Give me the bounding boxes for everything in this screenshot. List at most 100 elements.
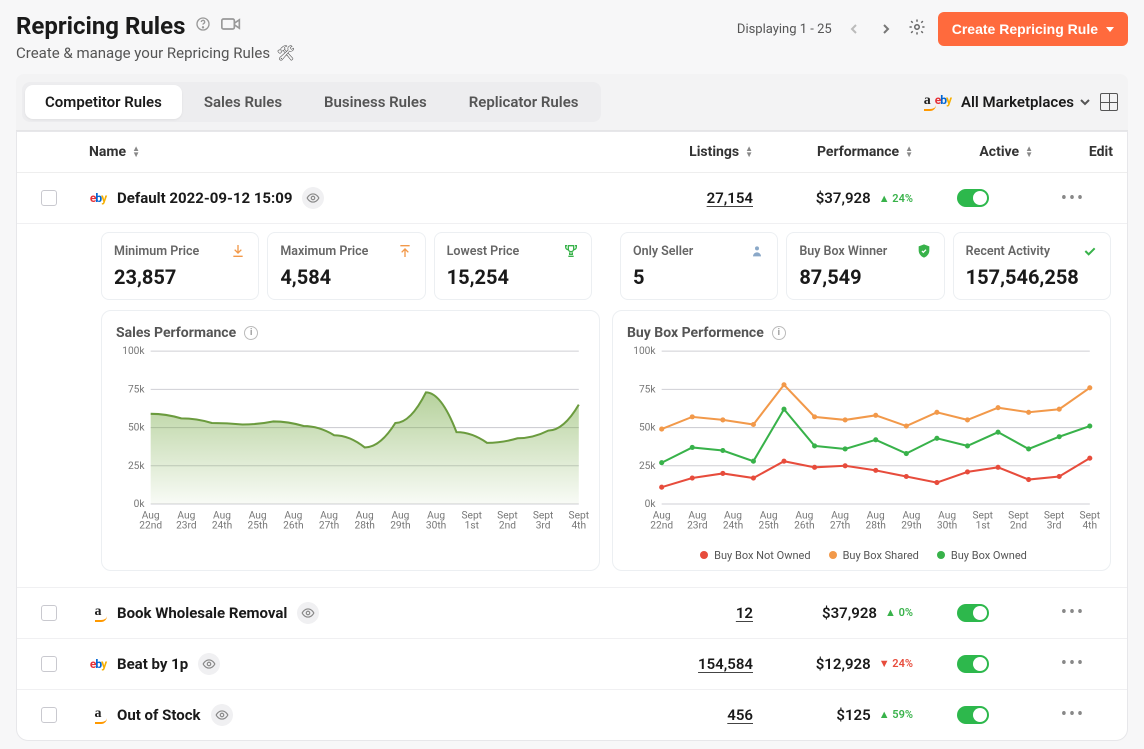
- listings-value[interactable]: 456: [613, 706, 753, 724]
- col-active[interactable]: Active▲▼: [913, 144, 1033, 160]
- delta-badge: ▼ 24%: [879, 657, 913, 670]
- stat-card: Lowest Price 15,254: [434, 232, 592, 300]
- svg-text:0k: 0k: [134, 499, 146, 510]
- svg-text:29th: 29th: [390, 520, 410, 531]
- sort-icon: ▲▼: [132, 146, 140, 158]
- svg-text:75k: 75k: [639, 384, 656, 395]
- amazon-icon: a: [95, 604, 102, 622]
- stat-value: 4,584: [280, 265, 412, 289]
- stat-card: Maximum Price 4,584: [267, 232, 425, 300]
- svg-text:27th: 27th: [319, 520, 339, 531]
- svg-text:2nd: 2nd: [1010, 520, 1027, 531]
- rule-name[interactable]: Out of Stock: [117, 706, 201, 724]
- info-icon[interactable]: i: [244, 326, 258, 340]
- amazon-icon: a: [95, 706, 102, 724]
- table-row: eby Beat by 1p 154,584 $12,928 ▼ 24% •••: [17, 639, 1127, 690]
- info-icon[interactable]: i: [772, 326, 786, 340]
- page-next-icon[interactable]: [876, 19, 896, 39]
- chart-legend: Buy Box Not Owned Buy Box Shared Buy Box…: [627, 549, 1100, 562]
- svg-text:29th: 29th: [901, 520, 921, 531]
- rule-name[interactable]: Beat by 1p: [117, 655, 188, 673]
- svg-text:25k: 25k: [639, 461, 656, 472]
- marketplace-icons: a eby: [924, 93, 951, 111]
- svg-text:27th: 27th: [830, 520, 850, 531]
- tab-business-rules[interactable]: Business Rules: [304, 85, 447, 119]
- eye-icon[interactable]: [211, 704, 233, 726]
- svg-text:4th: 4th: [571, 520, 586, 531]
- svg-text:0k: 0k: [645, 499, 657, 510]
- svg-text:4th: 4th: [1082, 520, 1097, 531]
- eye-icon[interactable]: [198, 653, 220, 675]
- help-icon[interactable]: [195, 16, 211, 36]
- svg-text:23rd: 23rd: [176, 520, 197, 531]
- grid-view-icon[interactable]: [1100, 93, 1118, 111]
- svg-text:50k: 50k: [128, 423, 145, 434]
- buybox-chart: Buy Box Performencei 0k25k50k75k100kAug2…: [612, 310, 1111, 571]
- row-actions-icon[interactable]: •••: [1033, 188, 1113, 209]
- tab-sales-rules[interactable]: Sales Rules: [184, 85, 302, 119]
- row-checkbox[interactable]: [41, 656, 57, 672]
- col-performance[interactable]: Performance▲▼: [753, 144, 913, 160]
- svg-text:100k: 100k: [122, 346, 145, 357]
- shield-icon: [916, 243, 932, 259]
- page-header: Repricing Rules Create & manage your Rep…: [16, 8, 1128, 74]
- row-checkbox[interactable]: [41, 190, 57, 206]
- row-actions-icon[interactable]: •••: [1033, 704, 1113, 725]
- sort-icon: ▲▼: [745, 146, 753, 158]
- listings-value[interactable]: 154,584: [613, 655, 753, 673]
- tabs-bar: Competitor RulesSales RulesBusiness Rule…: [16, 74, 1128, 131]
- rule-name[interactable]: Book Wholesale Removal: [117, 604, 287, 622]
- stat-value: 87,549: [799, 265, 931, 289]
- svg-text:25k: 25k: [128, 461, 145, 472]
- performance-value: $12,928: [816, 655, 871, 673]
- eye-icon[interactable]: [302, 187, 324, 209]
- stat-label: Lowest Price: [447, 244, 520, 259]
- svg-text:30th: 30th: [426, 520, 446, 531]
- listings-value[interactable]: 27,154: [613, 189, 753, 207]
- table-row: a Out of Stock 456 $125 ▲ 59% •••: [17, 690, 1127, 740]
- delta-badge: ▲ 0%: [885, 606, 913, 619]
- caret-down-icon: [1106, 27, 1114, 32]
- ebay-icon: eby: [90, 657, 106, 671]
- active-toggle[interactable]: [957, 189, 989, 207]
- svg-text:3rd: 3rd: [1047, 520, 1062, 531]
- tab-replicator-rules[interactable]: Replicator Rules: [449, 85, 599, 119]
- row-actions-icon[interactable]: •••: [1033, 602, 1113, 623]
- page-prev-icon[interactable]: [844, 19, 864, 39]
- svg-text:26th: 26th: [794, 520, 814, 531]
- tab-competitor-rules[interactable]: Competitor Rules: [25, 85, 182, 119]
- marketplaces-dropdown[interactable]: All Marketplaces: [961, 93, 1090, 111]
- stat-card: Buy Box Winner 87,549: [786, 232, 944, 300]
- stat-label: Minimum Price: [114, 244, 199, 259]
- row-checkbox[interactable]: [41, 707, 57, 723]
- active-toggle[interactable]: [957, 706, 989, 724]
- svg-text:24th: 24th: [723, 520, 743, 531]
- eye-icon[interactable]: [297, 602, 319, 624]
- sort-icon: ▲▼: [905, 146, 913, 158]
- listings-value[interactable]: 12: [613, 604, 753, 622]
- settings-icon[interactable]: [908, 18, 926, 40]
- upload-icon: [397, 243, 413, 259]
- svg-text:22nd: 22nd: [139, 520, 162, 531]
- rule-name[interactable]: Default 2022-09-12 15:09: [117, 189, 292, 207]
- svg-text:25th: 25th: [247, 520, 267, 531]
- table-row: a Book Wholesale Removal 12 $37,928 ▲ 0%…: [17, 588, 1127, 639]
- stat-value: 5: [633, 265, 765, 289]
- active-toggle[interactable]: [957, 604, 989, 622]
- col-name[interactable]: Name▲▼: [89, 144, 613, 160]
- create-rule-button[interactable]: Create Repricing Rule: [938, 12, 1128, 46]
- ebay-icon: eby: [90, 191, 106, 205]
- col-listings[interactable]: Listings▲▼: [613, 144, 753, 160]
- svg-text:1st: 1st: [976, 520, 990, 531]
- video-icon[interactable]: [221, 16, 241, 36]
- active-toggle[interactable]: [957, 655, 989, 673]
- svg-text:24th: 24th: [212, 520, 232, 531]
- displaying-text: Displaying 1 - 25: [737, 22, 832, 37]
- row-checkbox[interactable]: [41, 605, 57, 621]
- stat-label: Buy Box Winner: [799, 244, 887, 259]
- rules-panel: Name▲▼ Listings▲▼ Performance▲▼ Active▲▼…: [16, 131, 1128, 741]
- row-actions-icon[interactable]: •••: [1033, 653, 1113, 674]
- stat-label: Only Seller: [633, 244, 693, 259]
- svg-text:30th: 30th: [937, 520, 957, 531]
- stat-value: 23,857: [114, 265, 246, 289]
